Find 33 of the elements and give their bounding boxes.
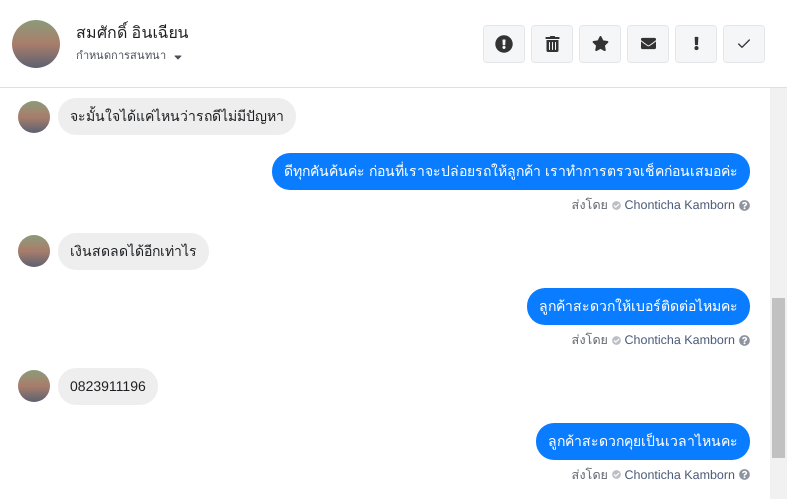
conversation-menu[interactable]: กำหนดการสนทนา xyxy=(76,48,188,65)
sender-name: Chonticha Kamborn xyxy=(624,466,735,484)
message-bubble: ดีทุกคันค้นค่ะ ก่อนที่เราจะปล่อยรถให้ลูกค้า เราทำการตรวจเช็คก่อนเสมอค่ะ xyxy=(272,153,750,190)
envelope-icon xyxy=(640,36,656,51)
message-bubble: เงินสดลดได้อีกเท่าไร xyxy=(58,232,209,270)
help-icon xyxy=(739,200,750,211)
avatar xyxy=(18,370,50,402)
message-bubble: ลูกค้าสะดวกคุยเป็นเวลาไหนคะ xyxy=(536,422,750,460)
trash-icon xyxy=(544,36,560,52)
contact-name: สมศักดิ์ อินเฉียน xyxy=(76,22,188,46)
sender-name: Chonticha Kamborn xyxy=(624,332,735,349)
message-bubble: 0823911196 xyxy=(58,368,158,404)
sent-by-label: ส่งโดย xyxy=(572,466,608,484)
avatar xyxy=(18,235,50,268)
help-icon xyxy=(739,334,750,346)
avatar xyxy=(12,20,60,68)
envelope-button[interactable] xyxy=(627,24,669,62)
help-icon xyxy=(739,469,750,480)
check-button[interactable] xyxy=(723,24,765,62)
sent-by-label: ส่งโดย xyxy=(572,196,608,214)
message-bubble: จะมั้นใจได้แค่ไหนว่ารถดีไม่มีปัญหา xyxy=(58,98,296,135)
message-bubble: ลูกค้าสะดวกให้เบอร์ติดต่อไหมคะ xyxy=(527,288,750,325)
trash-button[interactable] xyxy=(531,24,573,62)
star-icon xyxy=(592,35,608,52)
avatar xyxy=(18,100,50,132)
scrollbar[interactable] xyxy=(770,88,787,499)
exclamation-button[interactable] xyxy=(675,24,717,62)
scrollbar-thumb[interactable] xyxy=(772,298,785,458)
star-button[interactable] xyxy=(579,24,621,62)
sent-by-label: ส่งโดย xyxy=(572,332,608,349)
alert-circle-button[interactable] xyxy=(483,24,525,62)
exclamation-icon xyxy=(694,36,698,51)
sender-name: Chonticha Kamborn xyxy=(624,197,735,214)
